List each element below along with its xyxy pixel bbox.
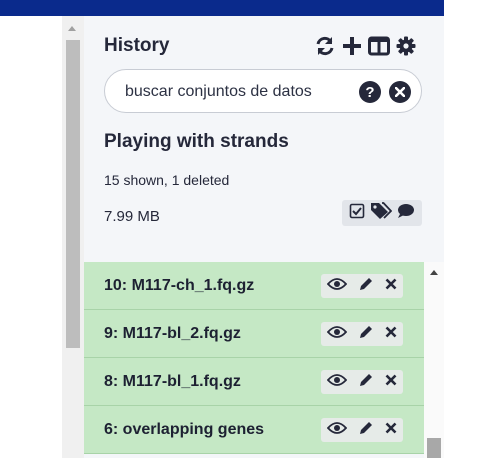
search-input[interactable]	[125, 80, 345, 104]
page-scrollbar[interactable]	[62, 16, 84, 458]
scroll-thumb[interactable]	[66, 40, 80, 348]
dataset-item[interactable]: 6: overlapping genes	[84, 406, 424, 454]
plus-icon[interactable]	[342, 36, 362, 56]
dataset-title[interactable]: 9: M117-bl_2.fq.gz	[104, 325, 241, 343]
history-panel: History ? Playing with strands 15 shown,…	[84, 16, 444, 458]
scroll-thumb[interactable]	[427, 438, 441, 458]
eye-icon[interactable]	[326, 277, 347, 296]
history-title: History	[104, 35, 170, 56]
history-counts[interactable]: 15 shown, 1 deleted	[104, 172, 229, 188]
dataset-actions	[321, 370, 403, 394]
center-panel	[0, 16, 62, 458]
clear-search-icon[interactable]	[389, 81, 411, 103]
eye-icon[interactable]	[326, 421, 347, 440]
checkbox-icon[interactable]	[349, 203, 365, 224]
dataset-actions	[321, 322, 403, 346]
delete-icon[interactable]	[385, 421, 397, 439]
refresh-icon[interactable]	[314, 35, 336, 57]
history-actions	[342, 200, 422, 226]
dataset-actions	[321, 274, 403, 298]
history-size: 7.99 MB	[104, 208, 160, 225]
right-margin	[444, 0, 494, 458]
dataset-title[interactable]: 6: overlapping genes	[104, 421, 264, 439]
dataset-item[interactable]: 10: M117-ch_1.fq.gz	[84, 262, 424, 310]
dataset-list-scrollbar[interactable]	[424, 262, 444, 458]
dataset-search: ?	[104, 69, 422, 113]
delete-icon[interactable]	[385, 277, 397, 295]
eye-icon[interactable]	[326, 325, 347, 344]
comment-icon[interactable]	[397, 203, 415, 224]
tags-icon[interactable]	[370, 201, 393, 225]
delete-icon[interactable]	[385, 325, 397, 343]
scroll-up-arrow[interactable]	[68, 26, 76, 31]
history-name[interactable]: Playing with strands	[104, 131, 289, 153]
dataset-list: 10: M117-ch_1.fq.gz 9: M117-bl_2.fq.gz 8…	[84, 262, 424, 458]
dataset-item[interactable]: 8: M117-bl_1.fq.gz	[84, 358, 424, 406]
top-navbar	[0, 0, 444, 16]
pencil-icon[interactable]	[358, 324, 374, 345]
dataset-actions	[321, 418, 403, 442]
gear-icon[interactable]	[396, 36, 416, 56]
dataset-item[interactable]: 9: M117-bl_2.fq.gz	[84, 310, 424, 358]
help-icon[interactable]: ?	[359, 81, 381, 103]
pencil-icon[interactable]	[358, 276, 374, 297]
scroll-up-arrow[interactable]	[430, 270, 438, 275]
delete-icon[interactable]	[385, 373, 397, 391]
dataset-title[interactable]: 10: M117-ch_1.fq.gz	[104, 277, 254, 295]
columns-icon[interactable]	[368, 36, 390, 56]
pencil-icon[interactable]	[358, 420, 374, 441]
pencil-icon[interactable]	[358, 372, 374, 393]
eye-icon[interactable]	[326, 373, 347, 392]
history-header-icons	[314, 34, 416, 58]
dataset-title[interactable]: 8: M117-bl_1.fq.gz	[104, 373, 241, 391]
